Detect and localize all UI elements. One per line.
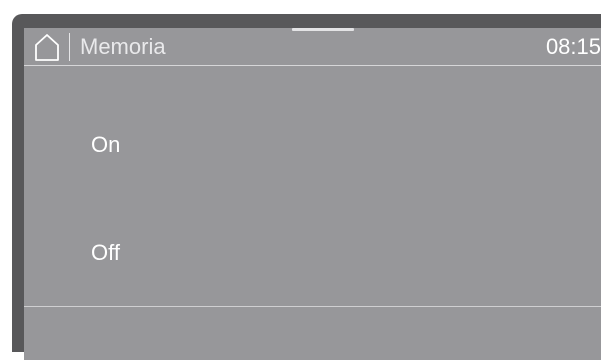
display-screen: Memoria 08:15 On Off bbox=[24, 28, 601, 360]
page-title: Memoria bbox=[80, 34, 166, 59]
header-bar: Memoria 08:15 bbox=[24, 28, 601, 66]
device-bezel: Memoria 08:15 On Off bbox=[12, 14, 601, 360]
home-button[interactable] bbox=[32, 32, 62, 62]
clock: 08:15 bbox=[545, 34, 601, 59]
option-on[interactable]: On bbox=[24, 92, 601, 200]
option-off-label: Off bbox=[91, 240, 120, 265]
option-on-label: On bbox=[91, 132, 121, 157]
header-divider bbox=[69, 33, 70, 61]
home-icon bbox=[35, 34, 59, 61]
footer-bar bbox=[24, 307, 601, 360]
option-off[interactable]: Off bbox=[24, 200, 601, 308]
